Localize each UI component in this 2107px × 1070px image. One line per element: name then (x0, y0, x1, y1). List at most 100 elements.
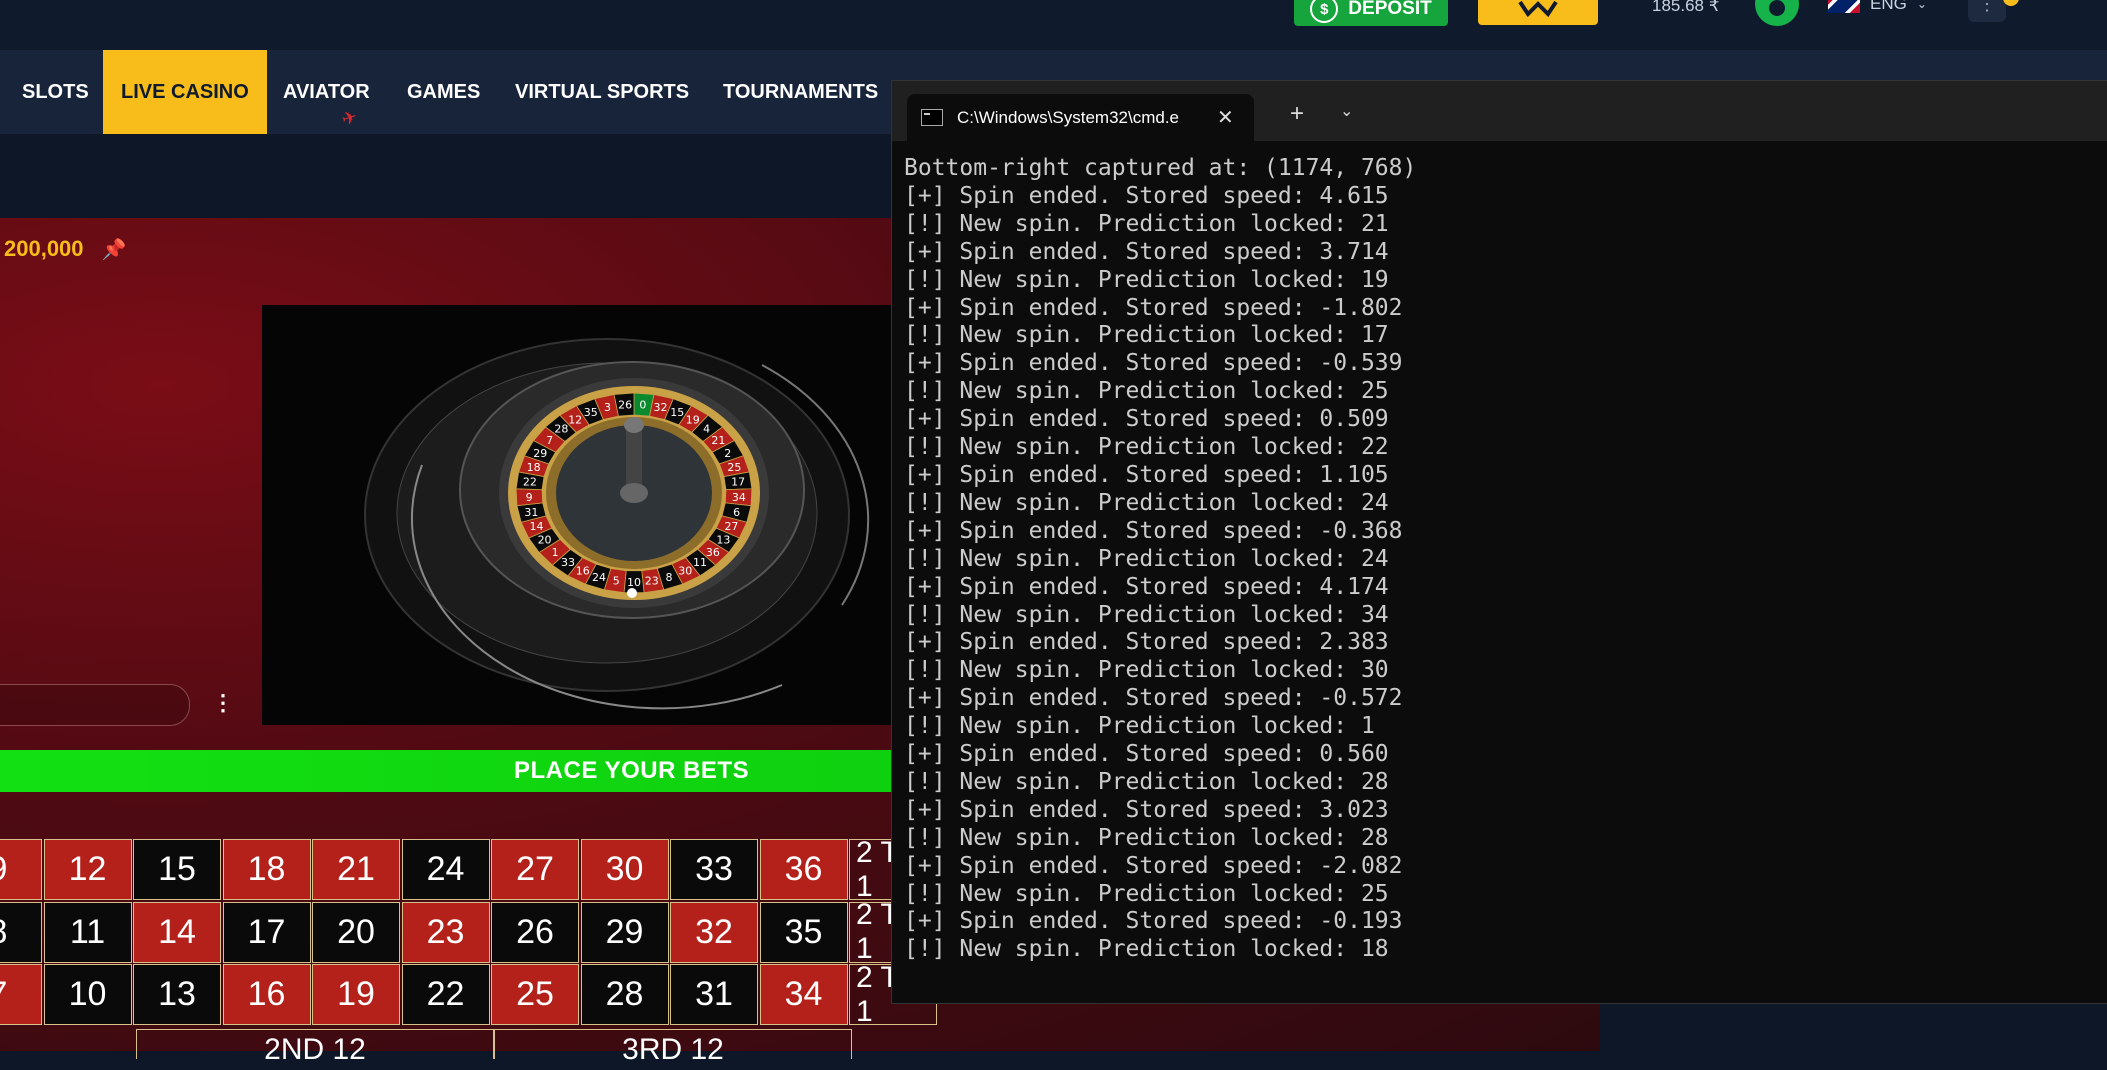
bet-cell-9[interactable]: 9 (0, 839, 42, 900)
wheel-number: 10 (627, 576, 641, 589)
wheel-number: 31 (524, 506, 538, 519)
video-options-icon[interactable]: ⋮ (212, 690, 234, 716)
new-tab-icon[interactable]: + (1290, 100, 1304, 128)
bet-cell-35[interactable]: 35 (759, 901, 848, 963)
bet-cell-34[interactable]: 34 (759, 964, 848, 1025)
terminal-line: [!] New spin. Prediction locked: 1 (904, 713, 1375, 740)
bet-cell-24[interactable]: 24 (401, 839, 490, 900)
terminal-line: [+] Spin ended. Stored speed: 4.174 (904, 573, 1389, 600)
bet-cell-28[interactable]: 28 (580, 964, 669, 1025)
bet-cell-36[interactable]: 36 (759, 839, 848, 900)
wheel-number: 1 (552, 546, 559, 559)
terminal-line: [+] Spin ended. Stored speed: 1.105 (904, 461, 1389, 488)
nav-item-virtual-sports[interactable]: VIRTUAL SPORTS (515, 50, 689, 134)
bet-cell-29[interactable]: 29 (580, 901, 669, 963)
more-menu-button[interactable]: ⋮ (1968, 0, 2006, 22)
bet-cell-22[interactable]: 22 (401, 964, 490, 1025)
wheel-number: 30 (678, 565, 692, 578)
terminal-line: [!] New spin. Prediction locked: 18 (904, 936, 1389, 963)
terminal-tab[interactable]: C:\Windows\System32\cmd.e ✕ (907, 94, 1254, 141)
language-selector[interactable]: ENG ⌄ (1828, 0, 1927, 14)
terminal-line: [!] New spin. Prediction locked: 28 (904, 824, 1389, 851)
bet-cell-32[interactable]: 32 (670, 901, 758, 963)
bet-cell-11[interactable]: 11 (43, 901, 132, 963)
terminal-line: [!] New spin. Prediction locked: 22 (904, 434, 1389, 461)
wheel-number: 26 (618, 398, 632, 411)
terminal-line: [!] New spin. Prediction locked: 17 (904, 322, 1389, 349)
terminal-line: [+] Spin ended. Stored speed: -0.193 (904, 908, 1403, 935)
uk-flag-icon (1828, 0, 1860, 13)
wheel-number: 7 (546, 434, 553, 447)
bet-cell-16[interactable]: 16 (222, 964, 311, 1025)
dozen-bet-cell[interactable]: 2ND 12 (136, 1029, 494, 1066)
bet-cell-19[interactable]: 19 (312, 964, 400, 1025)
nav-item-slots[interactable]: SLOTS (22, 50, 89, 134)
terminal-line: [+] Spin ended. Stored speed: 0.560 (904, 741, 1389, 768)
bet-cell-21[interactable]: 21 (312, 839, 400, 900)
terminal-line: [!] New spin. Prediction locked: 21 (904, 210, 1389, 237)
bet-cell-12[interactable]: 12 (43, 839, 132, 900)
bet-cell-17[interactable]: 17 (222, 901, 311, 963)
bet-cell-20[interactable]: 20 (312, 901, 400, 963)
nav-item-live-casino[interactable]: LIVE CASINO (103, 50, 267, 134)
bet-cell-27[interactable]: 27 (491, 839, 579, 900)
language-label: ENG (1870, 0, 1907, 13)
wheel-number: 3 (604, 401, 611, 414)
video-controls-bar[interactable] (0, 684, 190, 726)
bet-cell-25[interactable]: 25 (491, 964, 579, 1025)
bet-cell-13[interactable]: 13 (133, 964, 221, 1025)
terminal-line: [+] Spin ended. Stored speed: 3.023 (904, 796, 1389, 823)
wheel-number: 14 (530, 520, 544, 533)
terminal-line: [+] Spin ended. Stored speed: -1.802 (904, 294, 1403, 321)
promo-button[interactable] (1478, 0, 1598, 25)
wheel-number: 29 (533, 447, 547, 460)
wheel-number: 19 (686, 413, 700, 426)
wheel-number: 18 (527, 461, 541, 474)
wheel-number: 21 (711, 434, 725, 447)
terminal-line: [+] Spin ended. Stored speed: 0.509 (904, 406, 1389, 433)
bet-cell-8[interactable]: 8 (0, 901, 42, 963)
deposit-button[interactable]: $ DEPOSIT (1294, 0, 1448, 26)
wheel-number: 20 (538, 534, 552, 547)
terminal-line: [+] Spin ended. Stored speed: -0.368 (904, 517, 1403, 544)
terminal-line: [!] New spin. Prediction locked: 25 (904, 378, 1389, 405)
roulette-wheel-image: 0 32 1519421225173462713361130823105241633… (364, 338, 870, 710)
close-tab-icon[interactable]: ✕ (1217, 105, 1234, 130)
bet-cell-15[interactable]: 15 (133, 839, 221, 900)
terminal-line: [+] Spin ended. Stored speed: 2.383 (904, 629, 1389, 656)
wheel-number: 11 (693, 556, 707, 569)
bet-cell-7[interactable]: 7 (0, 964, 42, 1025)
wheel-number: 34 (732, 491, 746, 504)
chevron-down-icon[interactable]: ⌄ (1340, 101, 1353, 121)
wheel-number: 5 (613, 575, 620, 588)
terminal-line: [+] Spin ended. Stored speed: -0.539 (904, 350, 1403, 377)
dozen-bet-cell[interactable]: 3RD 12 (494, 1029, 852, 1066)
terminal-line: [!] New spin. Prediction locked: 28 (904, 768, 1389, 795)
terminal-output[interactable]: Bottom-right captured at: (1174, 768) [+]… (904, 155, 1416, 964)
wheel-number: 12 (568, 413, 582, 426)
wheel-number: 13 (716, 534, 730, 547)
terminal-line: [+] Spin ended. Stored speed: -2.082 (904, 852, 1403, 879)
bet-cell-33[interactable]: 33 (670, 839, 758, 900)
bet-cell-26[interactable]: 26 (491, 901, 579, 963)
bet-cell-14[interactable]: 14 (133, 901, 221, 963)
dollar-icon: $ (1310, 0, 1339, 23)
wheel-number: 25 (727, 461, 741, 474)
wheel-number: 15 (670, 406, 684, 419)
terminal-line: [!] New spin. Prediction locked: 25 (904, 880, 1389, 907)
pin-icon[interactable]: 📌 (102, 237, 127, 262)
bet-cell-30[interactable]: 30 (580, 839, 669, 900)
nav-item-tournaments[interactable]: TOURNAMENTS (723, 50, 878, 134)
bet-cell-23[interactable]: 23 (401, 901, 490, 963)
wheel-number: 35 (584, 406, 598, 419)
bet-cell-10[interactable]: 10 (43, 964, 132, 1025)
roulette-video: 0 32 15 19 4 21 2 25 17 34 6 27 13 36 11 30 8 23 10 5 24 16 33… (262, 305, 902, 725)
bet-cell-18[interactable]: 18 (222, 839, 311, 900)
wheel-number: 28 (554, 423, 568, 436)
bet-limit: 200,000 📌 (4, 236, 126, 262)
terminal-line: Bottom-right captured at: (1174, 768) (904, 155, 1417, 181)
nav-item-games[interactable]: GAMES (407, 50, 480, 134)
bet-cell-31[interactable]: 31 (670, 964, 758, 1025)
profile-avatar[interactable] (1755, 0, 1799, 26)
wheel-number: 23 (645, 575, 659, 588)
